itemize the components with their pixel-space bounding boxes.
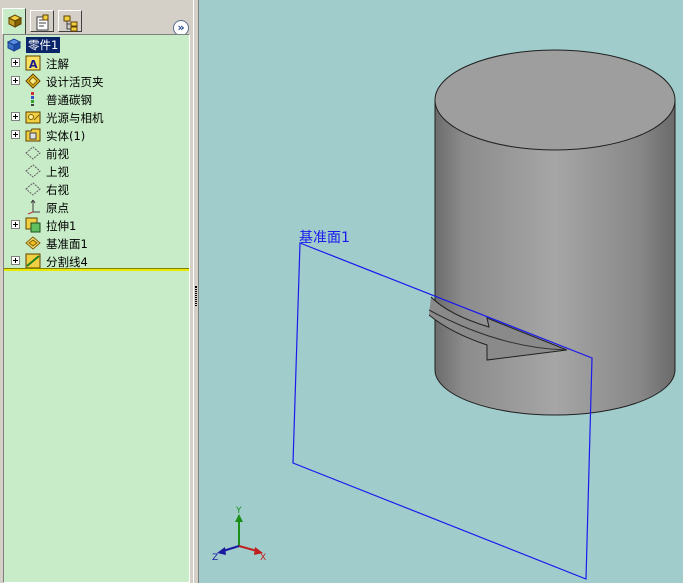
- tree-node-label: 光源与相机: [46, 111, 104, 125]
- tree-node-root[interactable]: 零件1: [4, 36, 189, 54]
- origin-icon: [27, 199, 40, 215]
- split-line-icon: [25, 253, 41, 269]
- tree-node-front-plane[interactable]: 前视: [4, 144, 189, 162]
- tree-node-label: 设计活页夹: [46, 75, 104, 89]
- property-icon: [36, 14, 49, 31]
- featuremanager-tab[interactable]: [2, 8, 26, 34]
- tree-node-label: 注解: [46, 57, 69, 71]
- extrude-icon: [25, 217, 41, 233]
- tree-node-label: 拉伸1: [46, 219, 77, 233]
- tree-node-lights-cameras[interactable]: 光源与相机: [4, 108, 189, 126]
- tree-node-label: 基准面1: [46, 237, 88, 251]
- tree-node-right-plane[interactable]: 右视: [4, 180, 189, 198]
- cylinder-top-face[interactable]: [434, 49, 676, 151]
- expand-icon[interactable]: [11, 130, 20, 139]
- tree-node-label: 前视: [46, 147, 69, 161]
- propertymanager-tab[interactable]: [30, 10, 54, 32]
- feature-tree: 零件1 A 注解 设计活页夹 普通碳钢 光源与相机 实体(1) 前视 上视 右视…: [3, 34, 190, 583]
- tree-node-top-plane[interactable]: 上视: [4, 162, 189, 180]
- expand-icon[interactable]: [11, 112, 20, 121]
- configurationmanager-tab[interactable]: [58, 10, 82, 32]
- design-binder-icon: [25, 73, 41, 89]
- tree-node-material[interactable]: 普通碳钢: [4, 90, 189, 108]
- coordinate-triad: Y X Z: [212, 506, 266, 563]
- plane-icon: [25, 164, 41, 178]
- graphics-area[interactable]: Y X Z 基准面1: [199, 0, 683, 583]
- annotations-icon: A: [25, 55, 41, 71]
- svg-text:A: A: [29, 58, 38, 71]
- configuration-icon: [63, 15, 78, 32]
- feature-tree-icon: [7, 14, 23, 28]
- expand-icon[interactable]: [11, 58, 20, 67]
- rollback-bar[interactable]: [4, 268, 189, 271]
- tree-node-label: 原点: [46, 201, 69, 215]
- tree-node-origin[interactable]: 原点: [4, 198, 189, 216]
- triad-z-label: Z: [212, 553, 218, 563]
- tree-node-label: 实体(1): [46, 129, 86, 143]
- tree-node-label: 普通碳钢: [46, 93, 92, 107]
- expand-icon[interactable]: [11, 76, 20, 85]
- material-icon: [31, 92, 34, 106]
- tree-node-design-binder[interactable]: 设计活页夹: [4, 72, 189, 90]
- plane-icon: [25, 182, 41, 196]
- tree-node-solid-bodies[interactable]: 实体(1): [4, 126, 189, 144]
- plane-icon: [25, 146, 41, 160]
- model-view: Y X Z: [212, 49, 676, 580]
- splitter-grip[interactable]: [195, 286, 197, 306]
- tree-node-extrude1[interactable]: 拉伸1: [4, 216, 189, 234]
- feature-manager-panel: » 零件1 A 注解 设计活页夹 普通碳钢 光源与相机 实体(1) 前视 上视 …: [0, 0, 193, 583]
- tree-node-label: 上视: [46, 165, 69, 179]
- part-icon: [6, 38, 22, 52]
- triad-x-label: X: [260, 553, 266, 563]
- tree-node-label: 右视: [46, 183, 69, 197]
- lights-cameras-icon: [25, 111, 41, 124]
- tree-node-annotations[interactable]: A 注解: [4, 54, 189, 72]
- expand-icon[interactable]: [11, 256, 20, 265]
- solid-bodies-icon: [25, 128, 41, 142]
- ref-plane-icon: [25, 236, 41, 250]
- expand-icon[interactable]: [11, 220, 20, 229]
- manager-tabs: »: [0, 8, 193, 36]
- tree-node-label: 零件1: [26, 37, 61, 53]
- tree-node-plane1[interactable]: 基准面1: [4, 234, 189, 252]
- plane-label[interactable]: 基准面1: [299, 227, 350, 247]
- triad-y-label: Y: [235, 506, 242, 516]
